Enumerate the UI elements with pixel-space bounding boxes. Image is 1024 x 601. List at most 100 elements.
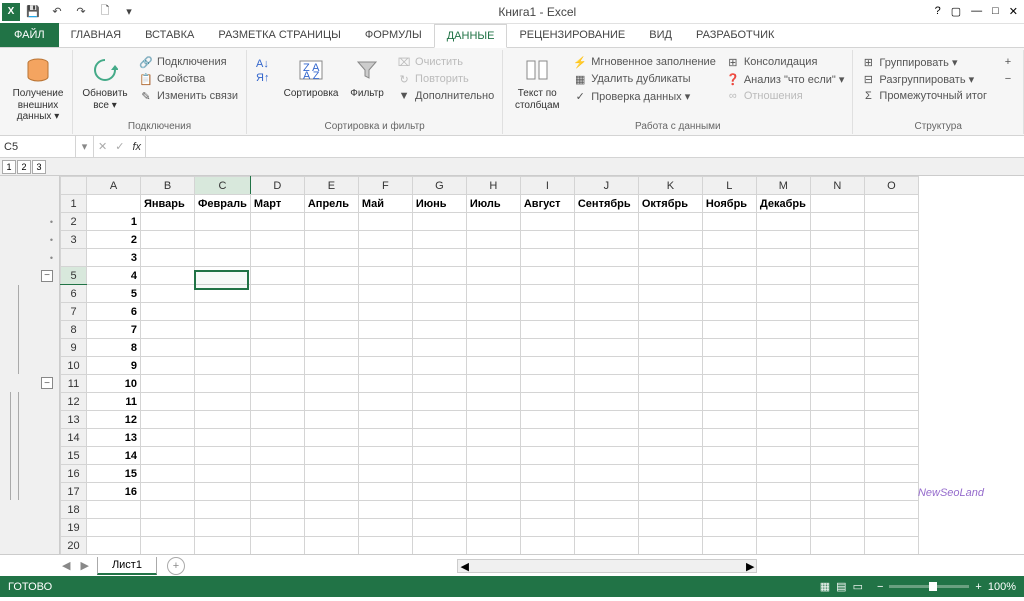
cell[interactable]: [304, 465, 358, 483]
cell[interactable]: [520, 285, 574, 303]
cell[interactable]: [756, 231, 810, 249]
cell[interactable]: [864, 321, 918, 339]
cell[interactable]: [141, 375, 195, 393]
cell[interactable]: [520, 411, 574, 429]
cell[interactable]: [250, 411, 304, 429]
ungroup-button[interactable]: ⊟Разгруппировать ▾: [859, 71, 989, 87]
cell[interactable]: [358, 429, 412, 447]
cell[interactable]: [864, 285, 918, 303]
cell[interactable]: [864, 213, 918, 231]
cell[interactable]: 9: [87, 357, 141, 375]
cell[interactable]: [638, 249, 702, 267]
cell[interactable]: [250, 231, 304, 249]
cell[interactable]: [574, 483, 638, 501]
cell[interactable]: [304, 249, 358, 267]
outline-cell[interactable]: [0, 410, 59, 428]
undo-button[interactable]: ↶: [46, 2, 68, 22]
cell[interactable]: [574, 465, 638, 483]
cell[interactable]: [756, 447, 810, 465]
help-button[interactable]: ?: [935, 5, 941, 18]
cell[interactable]: [304, 393, 358, 411]
cell[interactable]: [810, 393, 864, 411]
cell[interactable]: [195, 231, 251, 249]
cell[interactable]: [141, 321, 195, 339]
cell[interactable]: [250, 537, 304, 555]
cell[interactable]: [702, 303, 756, 321]
row-header[interactable]: 5: [61, 267, 87, 285]
relationships-button[interactable]: ∞Отношения: [724, 88, 847, 104]
maximize-button[interactable]: □: [992, 5, 999, 18]
row-header[interactable]: 12: [61, 393, 87, 411]
cell[interactable]: [702, 483, 756, 501]
cell[interactable]: [141, 483, 195, 501]
column-header[interactable]: I: [520, 177, 574, 195]
cell[interactable]: Май: [358, 195, 412, 213]
cell[interactable]: [638, 339, 702, 357]
cell[interactable]: [195, 393, 251, 411]
cell[interactable]: [195, 249, 251, 267]
formula-input[interactable]: [146, 136, 1024, 157]
cell[interactable]: [702, 465, 756, 483]
outline-cell[interactable]: −: [0, 374, 59, 392]
cell[interactable]: [574, 231, 638, 249]
column-header[interactable]: H: [466, 177, 520, 195]
cell[interactable]: [638, 303, 702, 321]
cell[interactable]: [520, 303, 574, 321]
cell[interactable]: [574, 267, 638, 285]
cell[interactable]: [864, 375, 918, 393]
cell[interactable]: [358, 447, 412, 465]
cell[interactable]: Октябрь: [638, 195, 702, 213]
cell[interactable]: [358, 285, 412, 303]
cell[interactable]: [412, 429, 466, 447]
cell[interactable]: [195, 483, 251, 501]
cell[interactable]: [304, 411, 358, 429]
cell[interactable]: [520, 429, 574, 447]
cell[interactable]: [141, 429, 195, 447]
cell[interactable]: [864, 519, 918, 537]
get-external-data-button[interactable]: Получение внешних данных ▾: [10, 52, 66, 123]
add-sheet-button[interactable]: +: [167, 557, 185, 575]
confirm-edit-button[interactable]: ✓: [115, 140, 124, 153]
name-box[interactable]: C5: [0, 136, 76, 157]
cell[interactable]: [304, 213, 358, 231]
cell[interactable]: [195, 285, 251, 303]
filter-button[interactable]: Фильтр: [345, 52, 389, 100]
cell[interactable]: [195, 213, 251, 231]
row-header[interactable]: [61, 249, 87, 267]
outline-cell[interactable]: [0, 392, 59, 410]
cell[interactable]: [466, 213, 520, 231]
cell[interactable]: [250, 375, 304, 393]
cell[interactable]: [756, 537, 810, 555]
column-header[interactable]: J: [574, 177, 638, 195]
cell[interactable]: [574, 393, 638, 411]
outline-cell[interactable]: [0, 482, 59, 500]
cell[interactable]: [574, 501, 638, 519]
cell[interactable]: [638, 483, 702, 501]
outline-level-button[interactable]: 1: [2, 160, 16, 174]
spreadsheet-grid[interactable]: ABCDEFGHIJKLMNO1ЯнварьФевральМартАпрельМ…: [60, 176, 919, 554]
cell[interactable]: 7: [87, 321, 141, 339]
cell[interactable]: [466, 267, 520, 285]
consolidate-button[interactable]: ⊞Консолидация: [724, 54, 847, 70]
edit-links-button[interactable]: ✎Изменить связи: [137, 88, 240, 104]
cell[interactable]: [250, 429, 304, 447]
cell[interactable]: [412, 321, 466, 339]
cell[interactable]: Август: [520, 195, 574, 213]
cell[interactable]: [304, 501, 358, 519]
outline-cell[interactable]: •: [0, 249, 59, 267]
cell[interactable]: [304, 267, 358, 285]
cell[interactable]: [466, 483, 520, 501]
cell[interactable]: [864, 339, 918, 357]
cell[interactable]: [412, 411, 466, 429]
cell[interactable]: [638, 429, 702, 447]
cell[interactable]: [756, 429, 810, 447]
column-header[interactable]: E: [304, 177, 358, 195]
cell[interactable]: [412, 357, 466, 375]
cell[interactable]: [702, 429, 756, 447]
cell[interactable]: [810, 267, 864, 285]
cell[interactable]: 14: [87, 447, 141, 465]
sheet-nav-next[interactable]: ▶: [78, 559, 90, 572]
cell[interactable]: [520, 375, 574, 393]
normal-view-button[interactable]: ▦: [820, 580, 830, 593]
cell[interactable]: [195, 429, 251, 447]
